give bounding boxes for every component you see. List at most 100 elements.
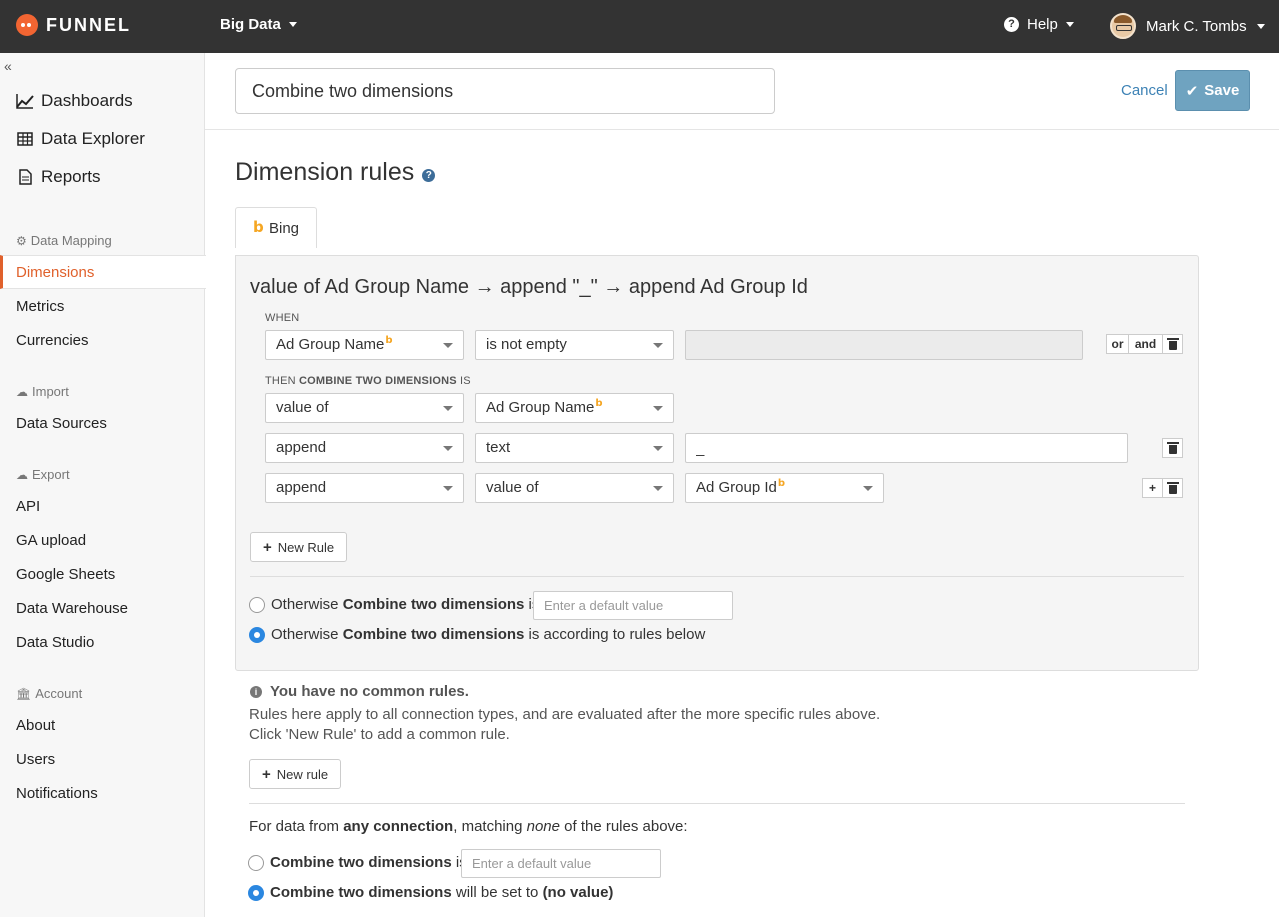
sidebar-item-api[interactable]: API	[0, 490, 205, 524]
row2-operation-select[interactable]: append	[265, 433, 464, 463]
otherwise-rules-below-radio[interactable]	[249, 626, 265, 643]
user-menu[interactable]: Mark C. Tombs	[1110, 13, 1265, 39]
cancel-link[interactable]: Cancel	[1121, 82, 1168, 99]
sidebar-item-notifications[interactable]: Notifications	[0, 777, 205, 811]
tab-bing[interactable]: Bing	[235, 207, 317, 248]
row3-source-select[interactable]: value of	[475, 473, 674, 503]
dropdown-arrow-icon	[653, 446, 663, 451]
fallback-no-value-radio[interactable]	[248, 884, 264, 901]
bing-icon: b	[385, 335, 393, 346]
help-menu[interactable]: ? Help	[1004, 16, 1074, 33]
trash-icon	[1166, 337, 1179, 350]
table-icon	[17, 132, 33, 146]
page-title: Dimension rules ?	[235, 158, 436, 187]
row3-field-select[interactable]: Ad Group Idb	[685, 473, 884, 503]
funnel-logo-icon	[16, 14, 38, 36]
sidebar-item-label: Dashboards	[41, 91, 133, 110]
workspace-dropdown[interactable]: Big Data	[220, 16, 297, 33]
help-icon[interactable]: ?	[422, 168, 436, 182]
row1-source-select[interactable]: Ad Group Nameb	[475, 393, 674, 423]
plus-icon: +	[262, 765, 271, 783]
any-connection-text: For data from any connection, matching n…	[249, 818, 688, 835]
sidebar-item-about[interactable]: About	[0, 709, 205, 743]
otherwise-rules-below-option: Otherwise Combine two dimensions is acco…	[249, 626, 705, 643]
sidebar-item-data-explorer[interactable]: Data Explorer	[16, 129, 145, 149]
sidebar-item-google-sheets[interactable]: Google Sheets	[0, 558, 205, 592]
section-import: ☁ Import	[16, 384, 69, 399]
gear-icon: ⚙	[16, 233, 27, 248]
fallback-default-radio[interactable]	[248, 854, 264, 871]
plus-icon: +	[263, 538, 272, 556]
when-label: When	[265, 312, 300, 324]
condition-field-select[interactable]: Ad Group Nameb	[265, 330, 464, 360]
sidebar-item-users[interactable]: Users	[0, 743, 205, 777]
dropdown-arrow-icon	[653, 406, 663, 411]
top-bar: FUNNEL Big Data ? Help Mark C. Tombs	[0, 0, 1279, 53]
fallback-default-option: Combine two dimensions is	[248, 854, 467, 871]
otherwise-default-input[interactable]	[533, 591, 733, 620]
new-common-rule-button[interactable]: + New rule	[249, 759, 342, 789]
delete-row2-button[interactable]	[1162, 438, 1183, 458]
dropdown-arrow-icon	[443, 446, 453, 451]
plus-icon: +	[1148, 481, 1156, 495]
trash-icon	[1166, 441, 1179, 454]
sidebar-item-data-studio[interactable]: Data Studio	[0, 626, 205, 660]
common-rules-hint: Click 'New Rule' to add a common rule.	[249, 726, 510, 743]
condition-operator-select[interactable]: is not empty	[475, 330, 674, 360]
header-divider	[205, 129, 1279, 130]
delete-condition-button[interactable]	[1162, 334, 1183, 354]
otherwise-default-radio[interactable]	[249, 596, 265, 613]
sidebar-item-data-sources[interactable]: Data Sources	[0, 407, 205, 441]
dropdown-arrow-icon	[653, 343, 663, 348]
funnel-logo[interactable]: FUNNEL	[16, 14, 131, 36]
sidebar: « Dashboards Data Explorer Reports ⚙ Dat…	[0, 53, 206, 917]
sidebar-item-metrics[interactable]: Metrics	[0, 290, 205, 324]
row2-text-input[interactable]	[685, 433, 1128, 463]
sidebar-item-data-warehouse[interactable]: Data Warehouse	[0, 592, 205, 626]
dropdown-arrow-icon	[443, 343, 453, 348]
bing-icon: b	[595, 398, 603, 409]
common-divider	[249, 803, 1185, 804]
no-common-rules-title: i You have no common rules.	[250, 683, 469, 700]
info-icon: i	[250, 685, 262, 698]
sidebar-item-dimensions[interactable]: Dimensions	[0, 255, 206, 289]
sidebar-item-dashboards[interactable]: Dashboards	[16, 91, 133, 111]
new-rule-button[interactable]: + New Rule	[250, 532, 348, 562]
rule-summary: value of Ad Group Name → append "_" → ap…	[250, 276, 808, 298]
delete-row3-button[interactable]	[1162, 478, 1183, 498]
section-data-mapping: ⚙ Data Mapping	[16, 233, 112, 248]
otherwise-default-option: Otherwise Combine two dimensions is	[249, 596, 539, 613]
fallback-no-value-option: Combine two dimensions will be set to (n…	[248, 884, 613, 901]
sidebar-item-ga-upload[interactable]: GA upload	[0, 524, 205, 558]
or-button[interactable]: or	[1106, 334, 1129, 354]
collapse-sidebar-icon[interactable]: «	[4, 58, 12, 74]
dropdown-arrow-icon	[653, 486, 663, 491]
user-name: Mark C. Tombs	[1146, 17, 1247, 35]
then-label: Then Combine two dimensions is	[265, 375, 471, 387]
row1-operation-select[interactable]: value of	[265, 393, 464, 423]
dropdown-arrow-icon	[863, 486, 873, 491]
avatar	[1110, 13, 1136, 39]
and-button[interactable]: and	[1128, 334, 1163, 354]
dropdown-arrow-icon	[443, 486, 453, 491]
bank-icon: 🏛	[16, 686, 32, 701]
row3-operation-select[interactable]: append	[265, 473, 464, 503]
workspace-name: Big Data	[220, 16, 281, 33]
sidebar-item-label: Data Explorer	[41, 129, 145, 148]
row2-source-select[interactable]: text	[475, 433, 674, 463]
document-icon	[19, 169, 32, 185]
sidebar-item-reports[interactable]: Reports	[16, 167, 101, 187]
save-label: Save	[1204, 82, 1240, 99]
dropdown-arrow-icon	[443, 406, 453, 411]
section-export: ☁ Export	[16, 467, 70, 482]
add-row-button[interactable]: +	[1142, 478, 1163, 498]
sidebar-item-currencies[interactable]: Currencies	[0, 324, 205, 358]
tab-label: Bing	[268, 219, 300, 237]
common-rules-description: Rules here apply to all connection types…	[249, 706, 881, 723]
section-account: 🏛 Account	[16, 686, 83, 701]
fallback-default-input[interactable]	[461, 849, 661, 878]
dimension-name-input[interactable]	[235, 68, 775, 114]
trash-icon	[1166, 481, 1179, 494]
checkmark-icon: ✔	[1185, 82, 1199, 100]
save-button[interactable]: ✔ Save	[1175, 70, 1250, 111]
